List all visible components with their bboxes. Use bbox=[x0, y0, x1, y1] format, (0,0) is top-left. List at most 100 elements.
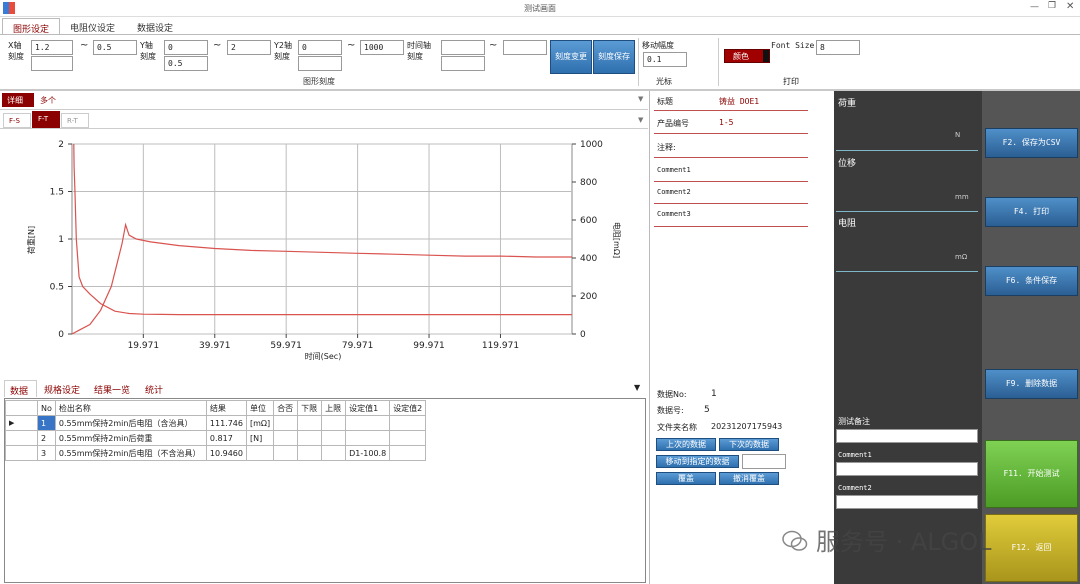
data-no-label: 数据No: bbox=[657, 390, 687, 399]
table-cell[interactable] bbox=[321, 445, 347, 461]
data-tab-data[interactable]: 数据 bbox=[4, 380, 37, 397]
y-tick-label: 2 bbox=[58, 140, 64, 150]
t-min-input[interactable] bbox=[441, 40, 485, 55]
table-cell[interactable] bbox=[245, 445, 275, 461]
subtab-rt[interactable]: R-T bbox=[61, 113, 89, 128]
row-selector[interactable] bbox=[5, 445, 38, 461]
subtab-ft[interactable]: F-T bbox=[32, 111, 60, 128]
data-tab-spec[interactable]: 规格设定 bbox=[44, 383, 80, 396]
table-cell[interactable] bbox=[273, 445, 299, 461]
prev-data-button[interactable]: 上次的数据 bbox=[656, 438, 716, 451]
y-extra-input[interactable]: 0.5 bbox=[164, 56, 208, 71]
table-cell[interactable]: 0.55mm保持2min后电阻（含治具） bbox=[54, 415, 207, 431]
data-tab-results[interactable]: 结果一览 bbox=[94, 383, 130, 396]
table-cell[interactable] bbox=[297, 445, 323, 461]
row-selector[interactable] bbox=[5, 430, 38, 446]
test-note-input[interactable] bbox=[836, 429, 978, 443]
table-cell[interactable] bbox=[389, 415, 427, 431]
scale-change-button[interactable]: 刻度变更 bbox=[550, 40, 592, 74]
table-row[interactable]: 2 0.55mm保持2min后荷重 0.817 [N] bbox=[5, 430, 427, 446]
t-extra-input[interactable] bbox=[441, 56, 485, 71]
table-cell[interactable] bbox=[345, 430, 391, 446]
y2-min-input[interactable]: 0 bbox=[298, 40, 342, 55]
y-range-tilde: ~ bbox=[213, 40, 222, 51]
start-test-button[interactable]: F11. 开始测试 bbox=[985, 440, 1078, 508]
t-max-input[interactable] bbox=[503, 40, 547, 55]
data-tab-stats[interactable]: 统计 bbox=[145, 383, 163, 396]
table-row[interactable]: ▶ 1 0.55mm保持2min后电阻（含治具） 111.746 [mΩ] bbox=[5, 415, 427, 431]
y-min-input[interactable]: 0 bbox=[164, 40, 208, 55]
goto-data-button[interactable]: 移动到指定的数据 bbox=[656, 455, 739, 468]
table-cell[interactable]: 10.9460 bbox=[205, 445, 247, 461]
print-button[interactable]: F4. 打印 bbox=[985, 197, 1078, 227]
subtab-dropdown-icon[interactable]: ▼ bbox=[638, 116, 643, 124]
x-min-input[interactable]: 1.2 bbox=[31, 40, 73, 55]
watermark-logo-icon bbox=[782, 530, 808, 552]
table-cell[interactable] bbox=[297, 430, 323, 446]
delete-data-button[interactable]: F9. 删除数据 bbox=[985, 369, 1078, 399]
note-underline bbox=[654, 157, 808, 158]
t-range-tilde: ~ bbox=[489, 40, 498, 51]
table-cell[interactable]: 2 bbox=[37, 430, 56, 446]
table-cell[interactable]: 3 bbox=[37, 445, 56, 461]
detail-button[interactable]: 详细 bbox=[2, 93, 34, 107]
table-cell[interactable]: 0.55mm保持2min后荷重 bbox=[54, 430, 207, 446]
subtab-fs[interactable]: F-S bbox=[3, 113, 31, 128]
table-cell[interactable] bbox=[321, 430, 347, 446]
table-row[interactable]: 3 0.55mm保持2min后电阻（不含治具） 10.9460 D1-100.8 bbox=[5, 445, 427, 461]
y2-tick-label: 200 bbox=[580, 292, 597, 302]
table-cell[interactable]: 111.746 bbox=[205, 415, 247, 431]
table-cell[interactable]: D1-100.8 bbox=[345, 445, 391, 461]
table-cell[interactable] bbox=[389, 445, 427, 461]
y2-extra-input[interactable] bbox=[298, 56, 342, 71]
minimize-icon[interactable]: — bbox=[1030, 2, 1039, 12]
table-cell[interactable]: 0.55mm保持2min后电阻（不含治具） bbox=[54, 445, 207, 461]
condition-save-button[interactable]: F6. 条件保存 bbox=[985, 266, 1078, 296]
table-cell[interactable] bbox=[273, 415, 299, 431]
cancel-overwrite-button[interactable]: 撤消覆盖 bbox=[719, 472, 779, 485]
table-cell[interactable] bbox=[297, 415, 323, 431]
x-range-tilde: ~ bbox=[80, 40, 89, 51]
table-cell[interactable] bbox=[321, 415, 347, 431]
ribbon-separator-2 bbox=[718, 38, 719, 86]
close-icon[interactable]: ✕ bbox=[1066, 1, 1074, 12]
table-cell[interactable] bbox=[389, 430, 427, 446]
col-header: 单位 bbox=[245, 400, 275, 416]
table-cell[interactable]: 1 bbox=[37, 415, 56, 431]
comment2-input-label: Comment2 bbox=[838, 484, 872, 492]
table-cell[interactable]: [mΩ] bbox=[245, 415, 275, 431]
back-button[interactable]: F12. 返回 bbox=[985, 514, 1078, 582]
x-max-input[interactable]: 0.5 bbox=[93, 40, 137, 55]
data-tab-dropdown-icon[interactable]: ▼ bbox=[634, 383, 640, 392]
x-tick-label: 39.971 bbox=[199, 341, 231, 351]
axis-group-label: 图形刻度 bbox=[303, 77, 335, 86]
table-cell[interactable] bbox=[273, 430, 299, 446]
restore-icon[interactable]: ❐ bbox=[1048, 1, 1056, 11]
tab-graph-settings[interactable]: 图形设定 bbox=[2, 18, 61, 35]
font-size-input[interactable]: 8 bbox=[816, 40, 860, 55]
y-max-input[interactable]: 2 bbox=[227, 40, 271, 55]
next-data-button[interactable]: 下次的数据 bbox=[719, 438, 779, 451]
display-mode-value[interactable]: 多个 bbox=[40, 95, 56, 106]
table-cell[interactable]: [N] bbox=[245, 430, 275, 446]
comment1-input[interactable] bbox=[836, 462, 978, 476]
color-button[interactable]: 颜色 bbox=[724, 49, 770, 63]
tab-data-settings[interactable]: 数据设定 bbox=[127, 18, 183, 35]
cursor-move-input[interactable]: 0.1 bbox=[643, 52, 687, 67]
title-bar: 测试画面 — ❐ ✕ bbox=[0, 0, 1080, 17]
y2-max-input[interactable]: 1000 bbox=[360, 40, 404, 55]
detail-divider bbox=[0, 109, 648, 110]
mode-dropdown-icon[interactable]: ▼ bbox=[638, 95, 643, 103]
scale-save-button[interactable]: 刻度保存 bbox=[593, 40, 635, 74]
table-cell[interactable]: 0.817 bbox=[205, 430, 247, 446]
overwrite-button[interactable]: 覆盖 bbox=[656, 472, 716, 485]
col-header: 检出名称 bbox=[54, 400, 207, 416]
x-extra-input[interactable] bbox=[31, 56, 73, 71]
tab-resistance-settings[interactable]: 电阻仪设定 bbox=[60, 18, 125, 35]
table-cell[interactable] bbox=[345, 415, 391, 431]
goto-data-input[interactable] bbox=[742, 454, 786, 469]
comment2-input[interactable] bbox=[836, 495, 978, 509]
print-group-label: 打印 bbox=[783, 77, 799, 86]
save-csv-button[interactable]: F2. 保存为CSV bbox=[985, 128, 1078, 158]
row-selector-icon[interactable]: ▶ bbox=[5, 415, 38, 431]
